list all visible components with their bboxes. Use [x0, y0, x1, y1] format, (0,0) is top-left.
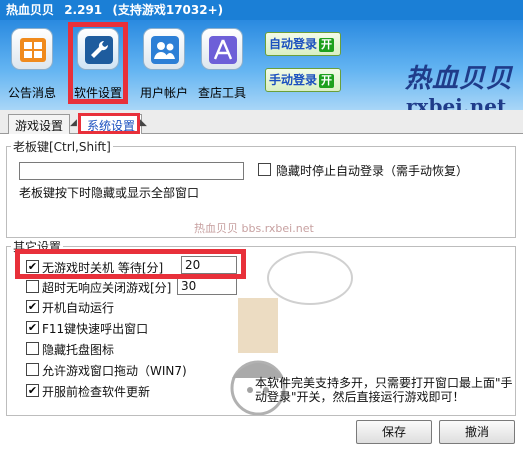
- auto-login-state: 开: [319, 38, 335, 52]
- settings-panel: 热血贝贝 bbs.rxbei.net 老板键[Ctrl,Shift] 隐藏时停止…: [0, 134, 523, 453]
- hide-tray-icon-checkbox[interactable]: [26, 342, 39, 355]
- allow-window-drag-label: 允许游戏窗口拖动（WIN7): [42, 364, 187, 378]
- multi-open-info: 本软件完美支持多开，只需要打开窗口最上面"手动登录"开关，然后直接运行游戏即可！: [255, 376, 513, 404]
- manual-login-toggle[interactable]: 手动登录开: [265, 68, 341, 92]
- tab-caret-icon: ◣: [140, 118, 147, 128]
- close-unresponsive-game-label: 超时无响应关闭游戏[分]: [42, 281, 172, 295]
- settings-window: 热血贝贝 2.291 (支持游戏17032+) 公告消息 软件设置 用户帐户 查…: [0, 0, 523, 453]
- boss-key-legend: 老板键[Ctrl,Shift]: [13, 140, 111, 154]
- close-unresponsive-game-checkbox[interactable]: [26, 280, 39, 293]
- manual-login-label: 手动登录: [269, 73, 318, 87]
- autorun-on-boot-checkbox[interactable]: ✔: [26, 300, 39, 313]
- tab-game-settings[interactable]: 游戏设置: [8, 114, 71, 134]
- manual-login-state: 开: [319, 74, 335, 88]
- check-update-label: 开服前检查软件更新: [42, 385, 151, 399]
- shop-tool-label: 查店工具: [197, 86, 246, 100]
- announcement-button[interactable]: 公告消息: [2, 26, 62, 108]
- check-update-checkbox[interactable]: ✔: [26, 384, 39, 397]
- app-support: (支持游戏17032+): [112, 3, 224, 17]
- title-bar: 热血贝贝 2.291 (支持游戏17032+): [0, 0, 523, 20]
- app-store-icon: [201, 28, 243, 70]
- autorun-on-boot-label: 开机自动运行: [42, 301, 115, 315]
- boss-key-input[interactable]: [19, 162, 244, 180]
- hide-tray-icon-label: 隐藏托盘图标: [42, 343, 115, 357]
- shop-tool-button[interactable]: 查店工具: [192, 26, 252, 108]
- announcement-icon: [11, 28, 53, 70]
- allow-window-drag-checkbox[interactable]: [26, 363, 39, 376]
- auto-login-label: 自动登录: [269, 37, 318, 51]
- unresponsive-timeout-input[interactable]: 30: [177, 277, 237, 295]
- f11-quick-show-checkbox[interactable]: ✔: [26, 321, 39, 334]
- announcement-label: 公告消息: [7, 86, 56, 100]
- toolbar-highlight-box: [68, 22, 128, 104]
- hide-stop-autologin-label: 隐藏时停止自动登录（需手动恢复）: [276, 164, 469, 178]
- auto-login-toggle[interactable]: 自动登录开: [265, 32, 341, 56]
- users-icon: [143, 28, 185, 70]
- app-title: 热血贝贝: [6, 3, 55, 17]
- app-version: 2.291: [64, 3, 103, 17]
- f11-quick-show-label: F11键快速呼出窗口: [42, 322, 149, 336]
- user-accounts-button[interactable]: 用户帐户: [134, 26, 194, 108]
- logo-cn: 热血贝贝: [405, 64, 514, 94]
- tab-caret-icon: ◢: [70, 118, 77, 128]
- shutdown-row-highlight-box: [15, 249, 246, 279]
- save-button[interactable]: 保存: [356, 420, 432, 444]
- tab-highlight-box: [78, 113, 140, 134]
- boss-key-hint: 老板键按下时隐藏或显示全部窗口: [19, 186, 200, 200]
- cancel-button[interactable]: 撤消: [439, 420, 515, 444]
- hide-stop-autologin-checkbox[interactable]: [258, 163, 271, 176]
